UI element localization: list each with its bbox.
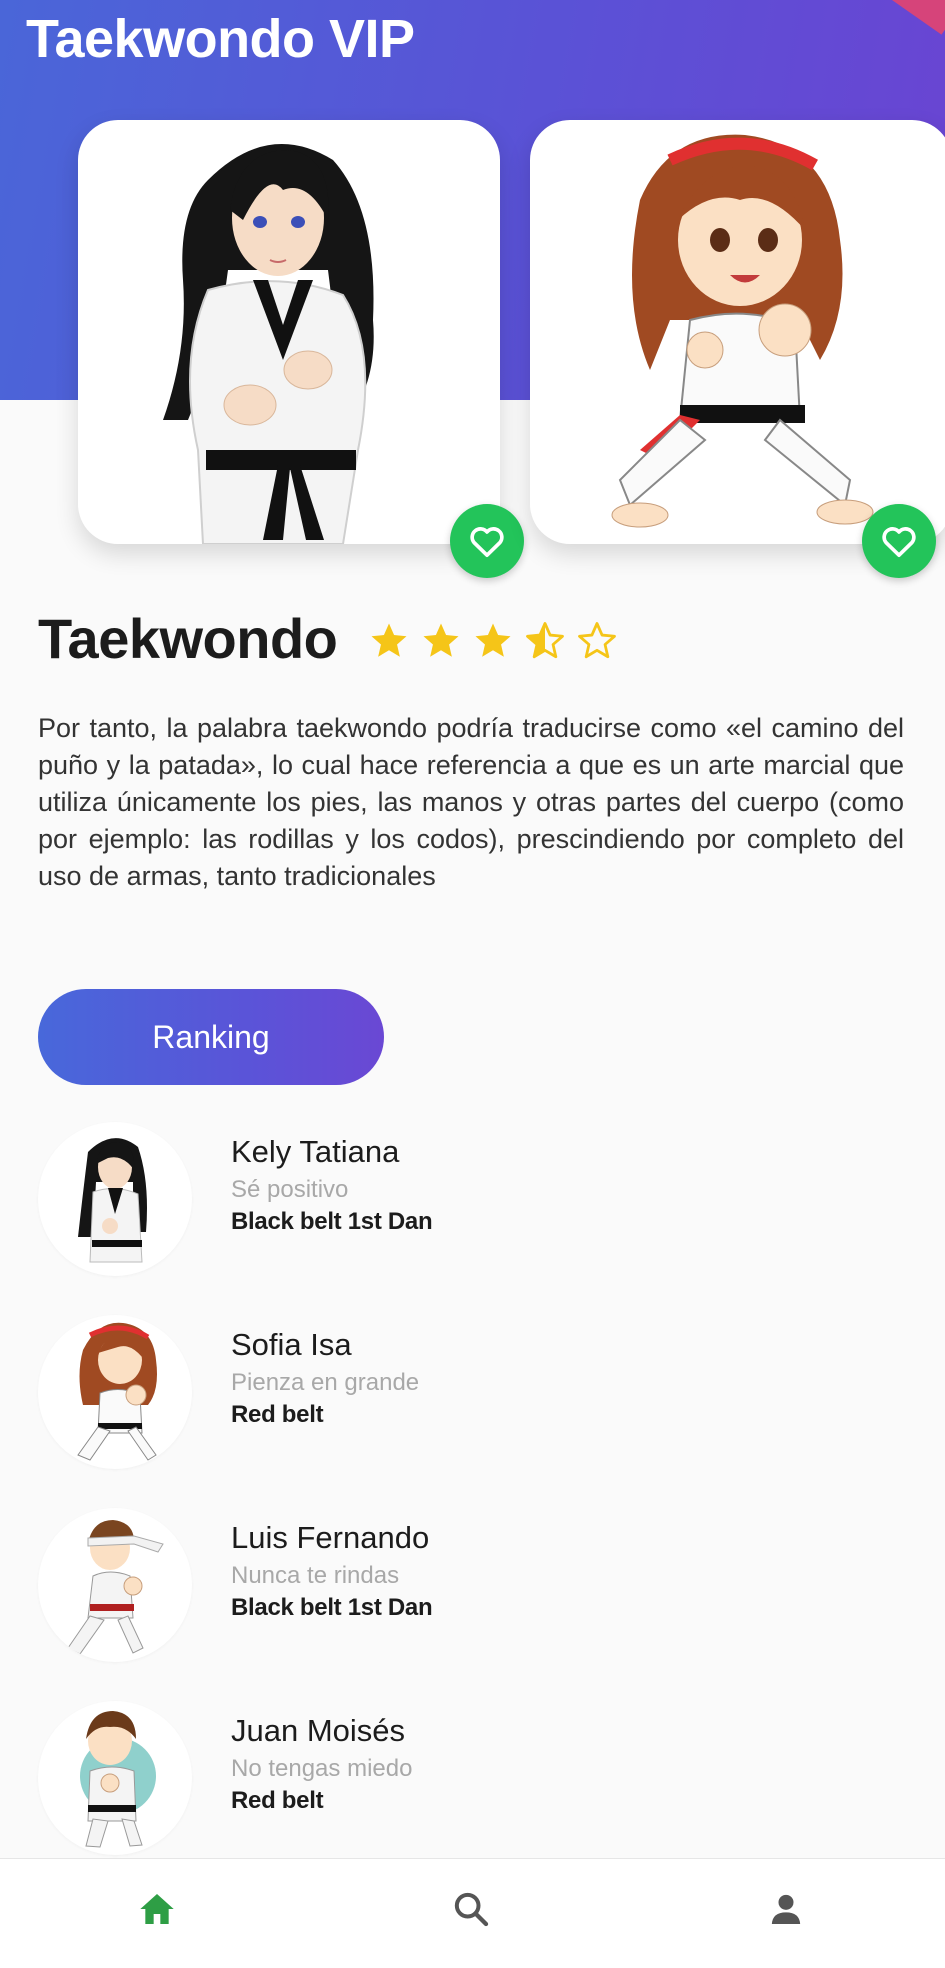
- heart-icon: [882, 527, 916, 557]
- star-full-icon: [423, 623, 459, 657]
- avatar: [38, 1508, 192, 1662]
- ranking-button[interactable]: Ranking: [38, 989, 384, 1085]
- ranking-belt: Red belt: [231, 1787, 324, 1814]
- ranking-belt: Black belt 1st Dan: [231, 1594, 433, 1621]
- list-item[interactable]: Luis Fernando Nunca te rindas Black belt…: [38, 1508, 898, 1701]
- ranking-list: Kely Tatiana Sé positivo Black belt 1st …: [38, 1122, 898, 1894]
- star-full-icon: [371, 623, 407, 657]
- ranking-name: Juan Moisés: [231, 1713, 406, 1748]
- ranking-belt: Red belt: [231, 1401, 324, 1428]
- nav-home[interactable]: [107, 1859, 207, 1959]
- featured-card[interactable]: [530, 120, 945, 578]
- avatar: [38, 1315, 192, 1469]
- description-text: Por tanto, la palabra taekwondo podría t…: [38, 713, 904, 891]
- star-full-icon: [475, 623, 511, 657]
- section-title: Taekwondo: [38, 607, 338, 670]
- list-item[interactable]: Sofia Isa Pienza en grande Red belt: [38, 1315, 898, 1508]
- rating-stars: [368, 620, 618, 662]
- profile-icon: [771, 1894, 801, 1924]
- app-title: Taekwondo VIP: [26, 9, 415, 69]
- card-illustration: [530, 120, 945, 544]
- featured-card[interactable]: [78, 120, 524, 578]
- ranking-belt: Black belt 1st Dan: [231, 1208, 433, 1235]
- ranking-name: Kely Tatiana: [231, 1134, 400, 1169]
- card-illustration: [78, 120, 500, 544]
- star-half-icon: [526, 622, 564, 659]
- avatar: [38, 1701, 192, 1855]
- ranking-motto: No tengas miedo: [231, 1755, 413, 1782]
- bottom-navigation: [0, 1858, 945, 1968]
- star-empty-icon: [578, 622, 616, 659]
- home-icon: [140, 1894, 174, 1924]
- ranking-name: Sofia Isa: [231, 1327, 352, 1362]
- ranking-motto: Pienza en grande: [231, 1369, 420, 1396]
- ranking-name: Luis Fernando: [231, 1520, 430, 1555]
- ranking-motto: Nunca te rindas: [231, 1562, 400, 1589]
- list-item[interactable]: Kely Tatiana Sé positivo Black belt 1st …: [38, 1122, 898, 1315]
- featured-carousel[interactable]: [0, 120, 945, 600]
- ranking-motto: Sé positivo: [231, 1176, 349, 1203]
- heart-icon: [470, 527, 504, 557]
- search-icon: [454, 1892, 489, 1927]
- avatar: [38, 1122, 192, 1276]
- header-corner-accent: [884, 0, 945, 35]
- nav-search[interactable]: [421, 1859, 521, 1959]
- favorite-button[interactable]: [862, 504, 936, 578]
- favorite-button[interactable]: [450, 504, 524, 578]
- nav-profile[interactable]: [736, 1859, 836, 1959]
